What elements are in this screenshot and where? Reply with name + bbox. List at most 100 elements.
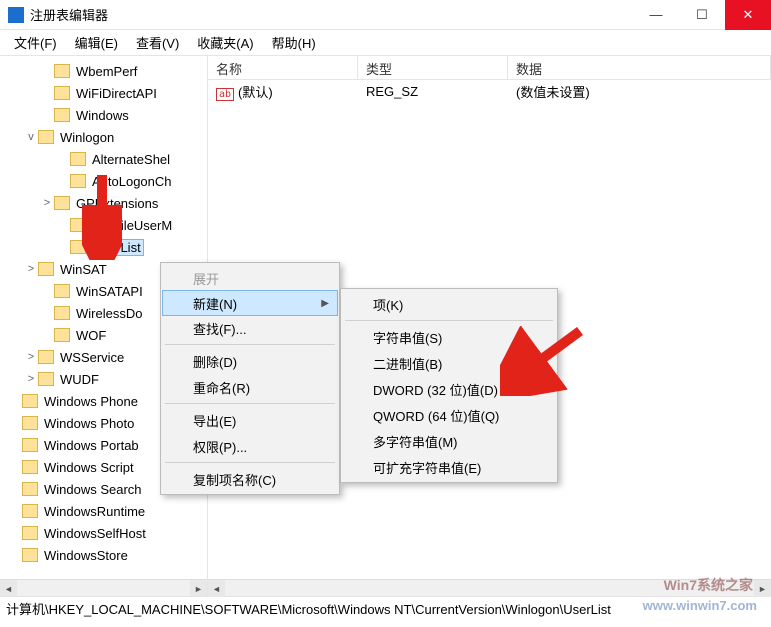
expand-icon[interactable]: > [24, 373, 38, 385]
tree-scrollbar[interactable]: ◄ ► [0, 579, 207, 596]
menu-item[interactable]: 项(K) [343, 291, 555, 317]
cell-data: (数值未设置) [508, 82, 598, 101]
menu-item[interactable]: 收藏夹(A) [189, 31, 261, 54]
tree-node[interactable]: WindowsStore [0, 544, 207, 566]
tree-node[interactable]: WindowsRuntime [0, 500, 207, 522]
menu-item[interactable]: 新建(N)▶ [162, 290, 338, 316]
close-button[interactable]: ✕ [725, 0, 771, 30]
cell-type: REG_SZ [358, 84, 508, 99]
menu-separator [345, 320, 553, 321]
menu-item[interactable]: DWORD (32 位)值(D) [343, 376, 555, 402]
regedit-icon [8, 7, 24, 23]
maximize-button[interactable]: ☐ [679, 0, 725, 30]
tree-node-label: Windows Script [42, 460, 136, 475]
folder-icon [22, 548, 38, 562]
tree-node[interactable]: >GPExtensions [0, 192, 207, 214]
folder-icon [54, 328, 70, 342]
menu-item[interactable]: 权限(P)... [163, 433, 337, 459]
folder-icon [54, 64, 70, 78]
tree-node-label: WUDF [58, 372, 101, 387]
context-submenu-new[interactable]: 项(K) 字符串值(S)二进制值(B)DWORD (32 位)值(D)QWORD … [340, 288, 558, 483]
menu-item[interactable]: 删除(D) [163, 348, 337, 374]
menu-item[interactable]: 文件(F) [6, 31, 65, 54]
tree-node-label: Windows Photo [42, 416, 136, 431]
tree-node-label: VolatileUserM [90, 218, 174, 233]
folder-icon [38, 130, 54, 144]
tree-node-label: Windows Search [42, 482, 144, 497]
expand-icon[interactable]: v [24, 131, 38, 143]
tree-node[interactable]: v Winlogon [0, 126, 207, 148]
folder-icon [38, 262, 54, 276]
tree-node-label: WbemPerf [74, 64, 139, 79]
menu-item[interactable]: 多字符串值(M) [343, 428, 555, 454]
menu-item[interactable]: 字符串值(S) [343, 324, 555, 350]
menu-item: 展开 [163, 265, 337, 291]
submenu-arrow-icon: ▶ [321, 298, 329, 309]
tree-node-label: WSService [58, 350, 126, 365]
menu-bar: 文件(F)编辑(E)查看(V)收藏夹(A)帮助(H) [0, 30, 771, 56]
folder-icon [22, 482, 38, 496]
col-name[interactable]: 名称 [208, 56, 358, 79]
folder-icon [70, 218, 86, 232]
list-scrollbar[interactable]: ◄ ► [208, 579, 771, 596]
folder-icon [70, 240, 86, 254]
window-title: 注册表编辑器 [30, 5, 633, 24]
tree-node-label: Winlogon [58, 130, 116, 145]
scroll-track[interactable] [17, 580, 190, 596]
menu-item[interactable]: 导出(E) [163, 407, 337, 433]
minimize-button[interactable]: — [633, 0, 679, 30]
list-row[interactable]: (默认)REG_SZ(数值未设置) [208, 80, 771, 102]
title-bar: 注册表编辑器 — ☐ ✕ [0, 0, 771, 30]
tree-node[interactable]: AutoLogonCh [0, 170, 207, 192]
tree-node[interactable]: VolatileUserM [0, 214, 207, 236]
folder-icon [22, 504, 38, 518]
menu-item[interactable]: 查看(V) [128, 31, 187, 54]
scroll-left-icon[interactable]: ◄ [208, 580, 225, 597]
menu-item[interactable]: 重命名(R) [163, 374, 337, 400]
menu-item[interactable]: 查找(F)... [163, 315, 337, 341]
tree-node-label: Windows Portab [42, 438, 141, 453]
tree-node[interactable]: Windows [0, 104, 207, 126]
menu-item[interactable]: 编辑(E) [67, 31, 126, 54]
tree-node-label: WindowsSelfHost [42, 526, 148, 541]
tree-node-label: UserList [90, 239, 144, 256]
folder-icon [38, 372, 54, 386]
tree-node-label: Windows Phone [42, 394, 140, 409]
tree-node[interactable]: WbemPerf [0, 60, 207, 82]
list-header: 名称 类型 数据 [208, 56, 771, 80]
status-path: 计算机\HKEY_LOCAL_MACHINE\SOFTWARE\Microsof… [0, 599, 771, 618]
tree-node[interactable]: UserList [0, 236, 207, 258]
expand-icon[interactable]: > [24, 263, 38, 275]
status-bar: 计算机\HKEY_LOCAL_MACHINE\SOFTWARE\Microsof… [0, 596, 771, 620]
tree-node-label: WinSATAPI [74, 284, 145, 299]
folder-icon [22, 526, 38, 540]
scroll-track[interactable] [225, 580, 754, 596]
tree-node-label: AlternateShel [90, 152, 172, 167]
tree-node-label: WOF [74, 328, 108, 343]
menu-item[interactable]: 可扩充字符串值(E) [343, 454, 555, 480]
menu-separator [165, 462, 335, 463]
expand-icon[interactable]: > [40, 197, 54, 209]
col-type[interactable]: 类型 [358, 56, 508, 79]
scroll-left-icon[interactable]: ◄ [0, 580, 17, 596]
scroll-right-icon[interactable]: ► [190, 580, 207, 596]
folder-icon [70, 174, 86, 188]
folder-icon [22, 416, 38, 430]
col-data[interactable]: 数据 [508, 56, 771, 79]
tree-node[interactable]: AlternateShel [0, 148, 207, 170]
menu-item[interactable]: QWORD (64 位)值(Q) [343, 402, 555, 428]
menu-item[interactable]: 二进制值(B) [343, 350, 555, 376]
folder-icon [54, 284, 70, 298]
menu-item[interactable]: 帮助(H) [264, 31, 324, 54]
folder-icon [54, 196, 70, 210]
folder-icon [54, 108, 70, 122]
expand-icon[interactable]: > [24, 351, 38, 363]
tree-node[interactable]: WindowsSelfHost [0, 522, 207, 544]
folder-icon [70, 152, 86, 166]
scroll-right-icon[interactable]: ► [754, 580, 771, 597]
context-menu[interactable]: 展开新建(N)▶查找(F)... 删除(D)重命名(R) 导出(E)权限(P)...… [160, 262, 340, 495]
menu-item[interactable]: 复制项名称(C) [163, 466, 337, 492]
tree-node[interactable]: WiFiDirectAPI [0, 82, 207, 104]
tree-node-label: WirelessDo [74, 306, 144, 321]
folder-icon [22, 394, 38, 408]
